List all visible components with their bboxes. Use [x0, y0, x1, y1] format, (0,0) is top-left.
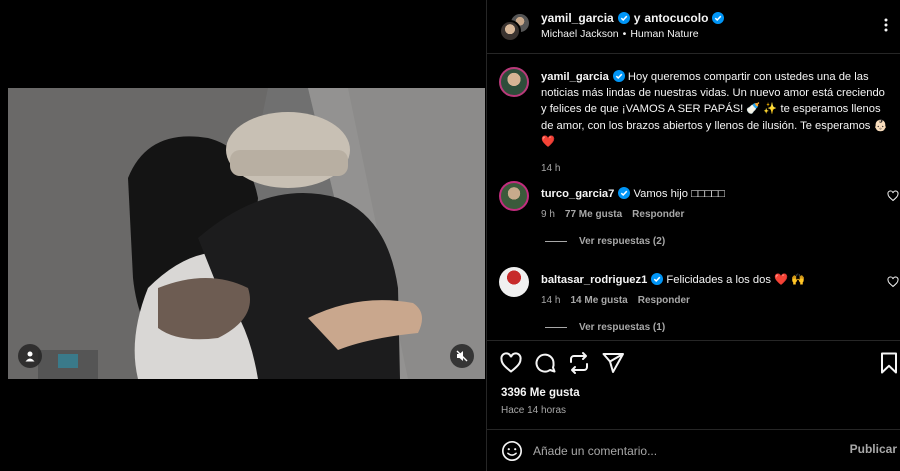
comment-body: Felicidades a los dos ❤️ 🙌 [663, 274, 805, 286]
verified-badge-icon [651, 273, 664, 285]
comment-meta: 14 h 14 Me gusta Responder [541, 295, 700, 306]
verified-badge-icon [712, 12, 725, 24]
comment-text: baltasar_rodriguez1 Felicidades a los do… [541, 272, 871, 288]
more-vertical-icon [884, 18, 888, 32]
user-tag-button[interactable] [18, 344, 42, 368]
comment-likes[interactable]: 77 Me gusta [565, 209, 622, 220]
reply-button[interactable]: Responder [632, 209, 684, 220]
post-timestamp: Hace 14 horas [501, 405, 567, 416]
view-replies-button[interactable]: Ver respuestas (1) [545, 322, 665, 333]
comment-like-heart-icon[interactable] [887, 190, 899, 202]
publish-button[interactable]: Publicar [850, 442, 897, 456]
verified-badge-icon [617, 12, 630, 24]
comment-text: turco_garcia7 Vamos hijo □□□□□ [541, 186, 871, 202]
author-names: yamil_garcia y antocucolo [541, 11, 725, 25]
comment-body: Vamos hijo □□□□□ [630, 188, 725, 200]
heart-icon[interactable] [499, 351, 523, 375]
speaker-muted-icon [456, 350, 468, 362]
avatar[interactable] [499, 181, 529, 211]
audio-artist: Michael Jackson [541, 28, 619, 40]
caption-username[interactable]: yamil_garcia [541, 71, 609, 83]
mute-button[interactable] [450, 344, 474, 368]
video-frame [8, 88, 485, 379]
comment-bar: Publicar [487, 429, 900, 471]
comment-like-heart-icon[interactable] [887, 276, 899, 288]
replies-divider [545, 241, 567, 242]
share-icon[interactable] [601, 351, 625, 375]
bookmark-icon[interactable] [877, 351, 900, 375]
names-separator: y [633, 11, 641, 25]
audio-attribution[interactable]: Michael Jackson • Human Nature [541, 28, 699, 40]
post-video[interactable] [8, 88, 485, 379]
user-icon [25, 351, 35, 362]
post-actions: 3396 Me gusta Hace 14 horas [487, 340, 900, 428]
comment-meta: 9 h 77 Me gusta Responder [541, 209, 694, 220]
collab-avatars[interactable] [499, 12, 531, 44]
avatar[interactable] [499, 267, 529, 297]
comments-section[interactable]: yamil_garcia Hoy queremos compartir con … [487, 55, 900, 340]
comment-icon[interactable] [533, 351, 557, 375]
comment-likes[interactable]: 14 Me gusta [570, 295, 627, 306]
replies-divider [545, 327, 567, 328]
verified-badge-icon [618, 187, 631, 199]
comment-username[interactable]: baltasar_rodriguez1 [541, 274, 647, 286]
caption-timestamp: 14 h [541, 163, 561, 174]
view-replies-button[interactable]: Ver respuestas (2) [545, 236, 665, 247]
avatar[interactable] [499, 67, 529, 97]
reply-button[interactable]: Responder [638, 295, 690, 306]
post-details: yamil_garcia y antocucolo Michael Jackso… [486, 0, 900, 471]
view-replies-label: Ver respuestas (1) [579, 322, 666, 333]
comment-username[interactable]: turco_garcia7 [541, 188, 614, 200]
avatar [499, 20, 521, 42]
comment-timestamp: 14 h [541, 295, 561, 306]
author-username[interactable]: yamil_garcia [541, 11, 614, 25]
more-options-button[interactable] [875, 14, 897, 36]
likes-count[interactable]: 3396 Me gusta [501, 387, 580, 399]
verified-badge-icon [612, 70, 625, 82]
post-header: yamil_garcia y antocucolo Michael Jackso… [487, 0, 900, 54]
collab-username[interactable]: antocucolo [644, 11, 708, 25]
audio-track: Human Nature [630, 28, 699, 40]
comment-timestamp: 9 h [541, 209, 555, 220]
emoji-icon[interactable] [501, 440, 523, 462]
comment-input[interactable] [533, 438, 823, 464]
repost-icon[interactable] [567, 351, 591, 375]
caption-text: yamil_garcia Hoy queremos compartir con … [541, 69, 889, 150]
view-replies-label: Ver respuestas (2) [579, 236, 666, 247]
audio-dot: • [622, 28, 627, 40]
media-pane [0, 0, 485, 471]
